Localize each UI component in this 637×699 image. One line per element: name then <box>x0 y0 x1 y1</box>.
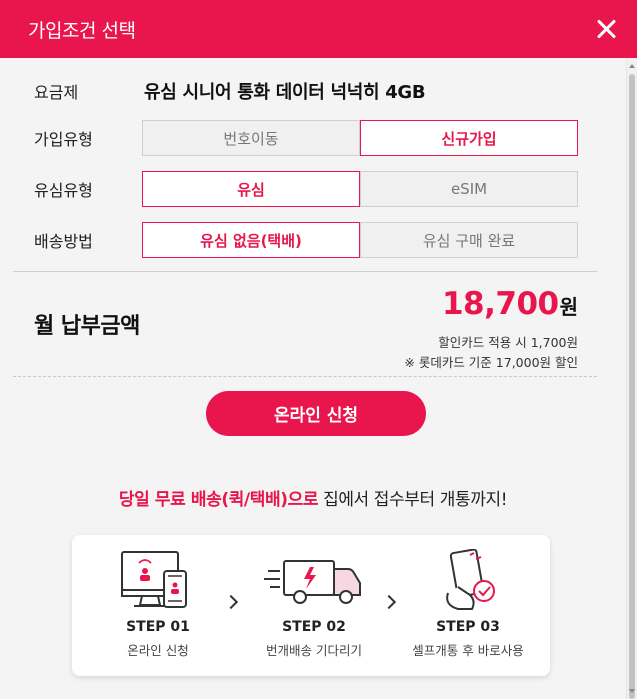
scrollbar[interactable] <box>626 58 637 699</box>
join-type-option-port[interactable]: 번호이동 <box>142 120 361 156</box>
step-1-title: STEP 01 <box>126 619 190 635</box>
plan-name: 유심 시니어 통화 데이터 넉넉히 4GB <box>144 82 426 103</box>
scroll-thumb[interactable] <box>629 74 635 699</box>
modal-header: 가입조건 선택 <box>0 0 637 58</box>
delivery-row: 배송방법 유심 없음(택배) 유심 구매 완료 <box>34 222 579 258</box>
plan-row: 요금제 유심 시니어 통화 데이터 넉넉히 4GB <box>34 78 578 104</box>
delivery-option-purchased[interactable]: 유심 구매 완료 <box>360 222 579 258</box>
sim-type-selector: 유심 eSIM <box>142 171 579 207</box>
price-unit: 원 <box>559 295 578 319</box>
promo-highlight: 당일 무료 배송(퀵/택배)으로 <box>118 490 319 510</box>
card-note: ※ 롯데카드 기준 17,000원 할인 <box>404 355 578 370</box>
sim-type-label: 유심유형 <box>34 181 93 200</box>
step-2-title: STEP 02 <box>282 619 346 635</box>
sim-type-row: 유심유형 유심 eSIM <box>34 171 579 207</box>
dashed-divider <box>13 376 597 377</box>
phone-check-icon <box>446 549 495 610</box>
step-2-desc: 번개배송 기다리기 <box>266 643 362 658</box>
delivery-label: 배송방법 <box>34 232 93 251</box>
sim-type-option-usim[interactable]: 유심 <box>142 171 361 207</box>
online-apply-button[interactable]: 온라인 신청 <box>206 391 426 436</box>
modal-content: 요금제 유심 시니어 통화 데이터 넉넉히 4GB 가입유형 번호이동 신규가입… <box>0 58 626 699</box>
join-type-label: 가입유형 <box>34 130 93 149</box>
delivery-selector: 유심 없음(택배) 유심 구매 완료 <box>142 222 579 258</box>
step-arrow-icon <box>381 594 397 610</box>
close-icon[interactable] <box>593 15 621 43</box>
scroll-up-icon[interactable] <box>629 64 635 68</box>
modal-title: 가입조건 선택 <box>28 19 136 42</box>
join-type-row: 가입유형 번호이동 신규가입 <box>34 120 579 156</box>
step-3-desc: 셀프개통 후 바로사용 <box>412 643 524 658</box>
delivery-truck-icon <box>264 560 361 604</box>
price-amount: 18,700 <box>441 286 559 322</box>
monthly-payment-label: 월 납부금액 <box>34 314 140 339</box>
promo-rest: 집에서 접수부터 개통까지! <box>318 490 508 510</box>
join-condition-modal: 가입조건 선택 요금제 유심 시니어 통화 데이터 넉넉히 4GB 가입유형 번… <box>0 0 637 699</box>
delivery-option-no-usim[interactable]: 유심 없음(택배) <box>142 222 361 258</box>
join-type-selector: 번호이동 신규가입 <box>142 120 579 156</box>
steps-card: STEP 01 온라인 신청 STEP 02 번개배송 기다리기 STEP 03… <box>72 535 550 676</box>
monthly-price: 18,700 원 <box>442 286 578 322</box>
scroll-down-icon[interactable] <box>629 689 635 693</box>
computer-phone-icon <box>121 551 187 608</box>
step-3-title: STEP 03 <box>436 619 500 635</box>
discount-note: 할인카드 적용 시 1,700원 <box>438 335 578 350</box>
join-type-option-new[interactable]: 신규가입 <box>360 120 579 156</box>
step-1-desc: 온라인 신청 <box>127 643 189 658</box>
section-divider <box>13 271 597 272</box>
sim-type-option-esim[interactable]: eSIM <box>360 171 579 207</box>
promo-text: 당일 무료 배송(퀵/택배)으로 집에서 접수부터 개통까지! <box>0 485 626 510</box>
plan-label: 요금제 <box>34 83 79 102</box>
